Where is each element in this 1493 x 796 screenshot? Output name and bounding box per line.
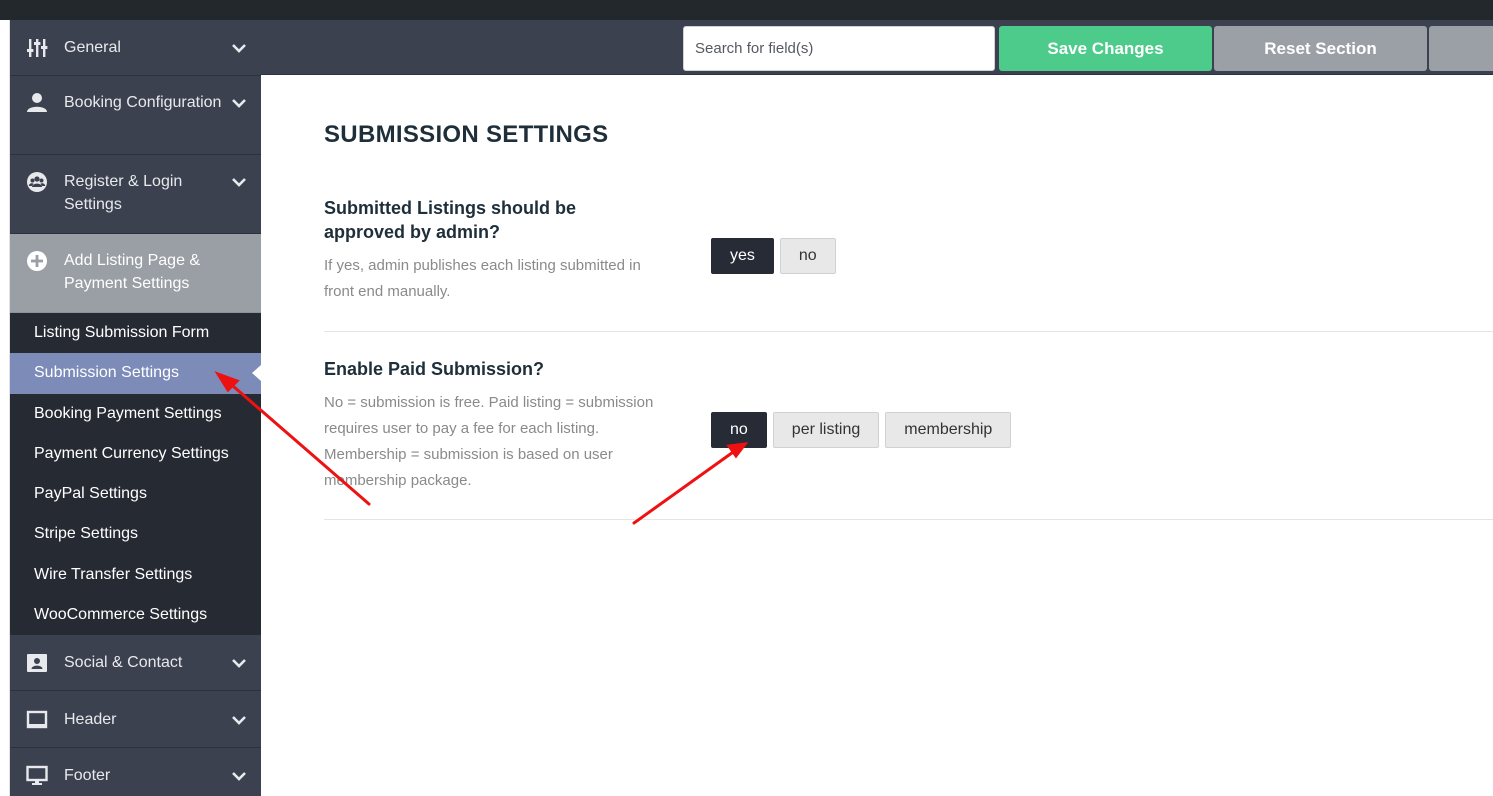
chevron-down-icon [232,659,246,669]
approve-button-group: yes no [711,238,836,274]
search-fields-input[interactable] [683,26,995,71]
paid-submission-button-group: no per listing membership [711,412,1012,448]
sidebar-item-social-contact[interactable]: Social & Contact [10,635,261,692]
field-label: Submitted Listings should be approved by… [324,198,576,242]
sidebar-item-label: Footer [64,767,111,785]
sidebar-item-label: Social & Contact [64,654,183,672]
left-gutter [0,20,10,796]
submenu-payment-currency-settings[interactable]: Payment Currency Settings [10,434,261,474]
sidebar-item-label: Register & Login Settings [64,173,183,213]
option-no-button[interactable]: no [779,238,836,274]
sidebar-item-label: Booking Configuration [64,94,222,111]
submenu-submission-settings[interactable]: Submission Settings [10,353,261,394]
contact-card-icon [27,654,47,673]
sidebar-item-general[interactable]: General [10,20,261,76]
submenu-listing-submission-form[interactable]: Listing Submission Form [10,313,261,353]
submenu-paypal-settings[interactable]: PayPal Settings [10,474,261,514]
sliders-icon [27,39,48,57]
submenu-booking-payment-settings[interactable]: Booking Payment Settings [10,394,261,434]
sidebar-item-add-listing-payment[interactable]: Add Listing Page & Payment Settings [10,234,261,313]
field-enable-paid-submission: Enable Paid Submission? No = submission … [324,357,1493,520]
field-description: If yes, admin publishes each listing sub… [324,257,641,300]
admin-top-bar [0,0,1493,20]
chevron-down-icon [232,99,246,108]
sidebar-item-footer[interactable]: Footer [10,748,261,796]
options-header-bar: Save Changes Reset Section [261,20,1493,75]
sidebar-item-register-login[interactable]: Register & Login Settings [10,155,261,234]
field-approve-by-admin: Submitted Listings should be approved by… [324,196,1493,332]
chevron-down-icon [232,178,246,187]
reset-all-button[interactable] [1429,26,1493,71]
option-yes-button[interactable]: yes [711,238,774,274]
monitor-icon [26,766,48,786]
save-changes-button[interactable]: Save Changes [999,26,1212,71]
user-icon [27,93,47,112]
sidebar-item-label: Header [64,711,117,729]
plus-circle-icon [27,251,47,271]
option-no-button[interactable]: no [711,412,767,448]
field-label: Enable Paid Submission? [324,359,545,379]
reset-section-button[interactable]: Reset Section [1214,26,1427,71]
sidebar-item-header[interactable]: Header [10,691,261,749]
chevron-down-icon [232,772,246,782]
options-sidebar: General Booking Configuration Register &… [10,20,261,796]
settings-content: SUBMISSION SETTINGS Submitted Listings s… [261,76,1493,796]
submenu-wire-transfer-settings[interactable]: Wire Transfer Settings [10,555,261,595]
field-description: No = submission is free. Paid listing = … [324,394,654,489]
option-per-listing-button[interactable]: per listing [772,412,880,448]
window-icon [26,711,48,729]
sidebar-item-label: Add Listing Page & Payment Settings [64,252,201,292]
sidebar-item-booking-configuration[interactable]: Booking Configuration [10,76,261,155]
sidebar-submenu: Listing Submission Form Submission Setti… [10,313,261,636]
submenu-stripe-settings[interactable]: Stripe Settings [10,514,261,554]
option-membership-button[interactable]: membership [885,412,1012,448]
sidebar-item-label: General [64,39,121,56]
submenu-woocommerce-settings[interactable]: WooCommerce Settings [10,595,261,635]
users-circle-icon [27,172,47,192]
chevron-down-icon [232,716,246,726]
page-title: SUBMISSION SETTINGS [324,121,609,148]
chevron-down-icon [232,44,246,53]
